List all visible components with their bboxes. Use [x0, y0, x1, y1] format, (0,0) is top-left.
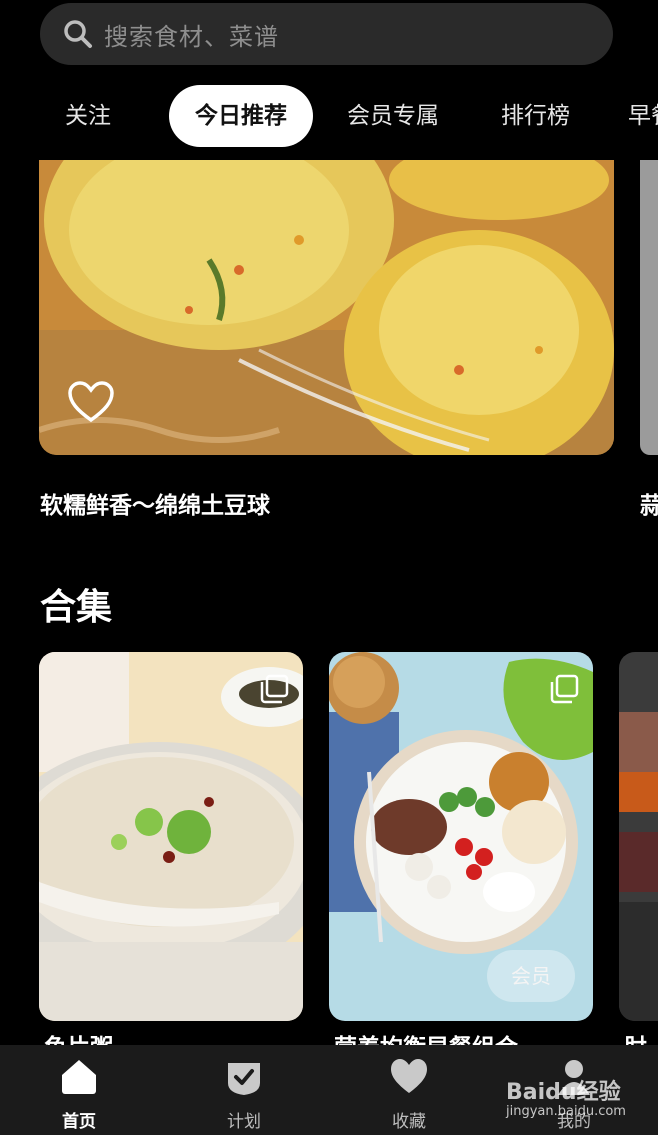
- porridge-photo: [39, 652, 303, 1021]
- collection-card-breakfast-plate[interactable]: 会员: [329, 652, 593, 1021]
- meat-photo-peek: [619, 652, 658, 1021]
- collection-stack-icon: [550, 674, 579, 704]
- collection-card-porridge[interactable]: [39, 652, 303, 1021]
- home-icon: [62, 1060, 96, 1094]
- tabbar-favorites-label: 收藏: [392, 1112, 426, 1132]
- hero-recipe-image[interactable]: [39, 160, 614, 455]
- tabbar-home[interactable]: 首页: [19, 1045, 139, 1135]
- collection-card-peek[interactable]: [619, 652, 658, 1021]
- watermark-url: jingyan.baidu.com: [506, 1104, 626, 1119]
- tab-today-recommend[interactable]: 今日推荐: [169, 85, 313, 147]
- heart-icon: [391, 1059, 427, 1093]
- favorite-heart-icon[interactable]: [67, 380, 115, 424]
- tab-ranking[interactable]: 排行榜: [501, 85, 570, 147]
- search-bar[interactable]: 搜索食材、菜谱: [40, 3, 613, 65]
- tabbar-plan[interactable]: 计划: [184, 1045, 304, 1135]
- tab-follow[interactable]: 关注: [65, 85, 111, 147]
- tabbar-favorites[interactable]: 收藏: [349, 1045, 469, 1135]
- search-placeholder: 搜索食材、菜谱: [104, 22, 279, 51]
- potato-balls-photo: [39, 160, 614, 455]
- tab-vip-exclusive[interactable]: 会员专属: [347, 85, 439, 147]
- collection-stack-icon: [260, 674, 289, 704]
- tab-breakfast[interactable]: 早餐: [628, 85, 658, 147]
- search-icon: [64, 20, 92, 48]
- watermark-logo-text: Baidu经验: [506, 1080, 621, 1105]
- vip-badge: 会员: [487, 950, 575, 1002]
- plan-check-icon: [228, 1063, 260, 1095]
- hero-recipe-title[interactable]: 软糯鲜香～绵绵土豆球: [40, 486, 270, 520]
- tabbar-plan-label: 计划: [227, 1112, 261, 1132]
- collection-section-title: 合集: [40, 587, 113, 628]
- tabbar-home-label: 首页: [62, 1112, 96, 1132]
- baidu-watermark: Baidu经验 jingyan.baidu.com: [506, 1062, 656, 1122]
- category-tabs: 关注 今日推荐 会员专属 排行榜 早餐: [0, 85, 658, 149]
- next-recipe-image-peek[interactable]: [640, 160, 658, 455]
- next-recipe-title-peek[interactable]: 蒜: [640, 486, 658, 520]
